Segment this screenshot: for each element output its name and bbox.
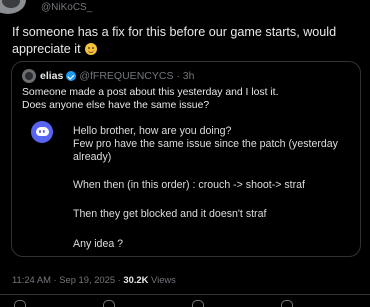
tweet-header: @NiKoCS_ (0, 0, 370, 22)
message-line: Then they get blocked and it doesn't str… (73, 208, 267, 220)
action-bar (0, 298, 370, 307)
quoted-text-line: Someone made a post about this yesterday… (22, 87, 279, 98)
tweet-timestamp: 11:24 AM · Sep 19, 2025 · 30.2K Views (12, 274, 176, 285)
quoted-text-line: Does anyone else have the same issue? (22, 100, 210, 111)
tweet-date[interactable]: Sep 19, 2025 (59, 274, 115, 285)
dot-separator: · (173, 70, 183, 82)
author-avatar[interactable] (0, 0, 26, 14)
quoted-tweet-text: Someone made a post about this yesterday… (22, 86, 352, 112)
discord-message-screenshot[interactable]: Hello brother, how are you doing? Few pr… (22, 114, 352, 250)
quoted-author-avatar[interactable] (22, 69, 36, 83)
tweet-text: If someone has a fix for this before our… (12, 24, 362, 58)
quoted-tweet[interactable]: elias @fFREQUENCYCS · 3h Someone made a … (11, 61, 361, 257)
author-handle[interactable]: @NiKoCS_ (41, 2, 92, 13)
tweet-time[interactable]: 11:24 AM (12, 274, 51, 285)
bookmark-icon[interactable] (281, 300, 293, 307)
divider (0, 294, 370, 295)
message-line: When then (in this order) : crouch -> sh… (73, 179, 305, 191)
message-line: Few pro have the same issue since the pa… (73, 138, 338, 163)
quoted-author-handle[interactable]: @fFREQUENCYCS (79, 70, 173, 82)
verified-badge-icon (66, 71, 77, 81)
quoted-tweet-age[interactable]: 3h (183, 70, 195, 82)
message-line: Hello brother, how are you doing? (73, 125, 232, 137)
tweet-body: If someone has a fix for this before our… (12, 25, 337, 56)
views-count: 30.2K (123, 274, 149, 285)
repost-icon[interactable] (103, 300, 115, 307)
views-label: Views (151, 274, 176, 285)
message-line: Any idea ? (73, 238, 124, 250)
quoted-tweet-header: elias @fFREQUENCYCS · 3h (22, 69, 194, 83)
like-icon[interactable] (192, 300, 204, 307)
smiley-emoji-icon (85, 43, 98, 55)
discord-icon (31, 121, 53, 143)
reply-icon[interactable] (14, 300, 26, 307)
quoted-author-name[interactable]: elias (40, 70, 63, 82)
